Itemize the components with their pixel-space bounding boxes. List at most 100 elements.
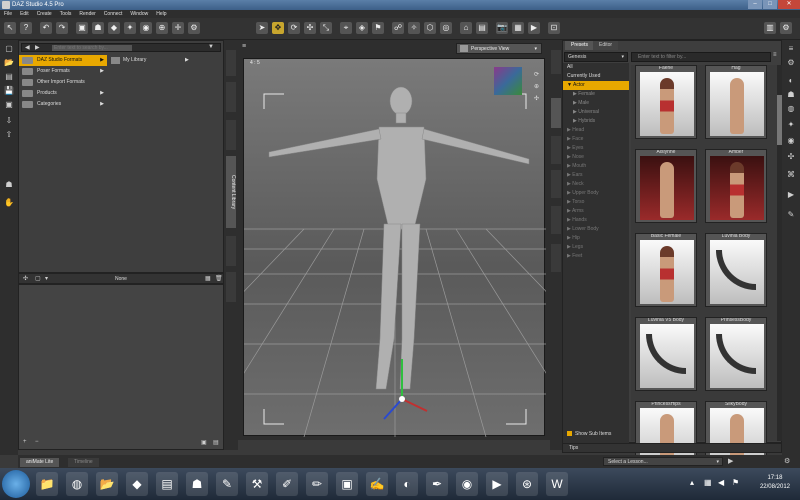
preset-thumbnail[interactable]: PrinsessBody [705, 317, 767, 391]
menu-tools[interactable]: Tools [56, 10, 76, 18]
lesson-go-icon[interactable]: ▶ [728, 457, 733, 465]
tab-editor[interactable]: Editor [593, 41, 619, 50]
shaping-icon[interactable]: ◐ [785, 76, 797, 86]
whats-this-icon[interactable]: ↖ [4, 22, 16, 34]
light-icon[interactable]: ✦ [124, 22, 136, 34]
joint-editor-icon[interactable]: ⌖ [340, 22, 352, 34]
tab-content-library[interactable]: Content Library [226, 156, 236, 228]
hand-pose-icon[interactable]: ✋ [3, 198, 15, 208]
render-pane-icon[interactable]: ▶ [785, 190, 797, 200]
category-item[interactable]: ▶ Torso [563, 198, 629, 207]
posing-icon[interactable]: ☗ [785, 90, 797, 100]
weld-icon[interactable]: ⚙ [188, 22, 200, 34]
forward-icon[interactable]: ▶ [35, 44, 40, 51]
region-icon[interactable]: ✧ [408, 22, 420, 34]
category-item[interactable]: ▶ Arms [563, 207, 629, 216]
figure-icon[interactable]: ☗ [92, 22, 104, 34]
render-settings-icon[interactable]: ▦ [512, 22, 524, 34]
category-item[interactable]: ▶ Hybrids [563, 117, 629, 126]
tab-building[interactable] [551, 98, 561, 128]
render-icon[interactable]: ▶ [528, 22, 540, 34]
preset-thumbnail[interactable]: Hag [705, 65, 767, 139]
tab-smart-content[interactable] [226, 50, 236, 76]
preset-thumbnail[interactable]: Luvinia V5 Body [635, 317, 697, 391]
paint-icon[interactable]: ✐ [276, 472, 298, 496]
category-item[interactable]: ▶ Feet [563, 252, 629, 261]
tool-settings-icon[interactable]: ✎ [785, 210, 797, 220]
tab-tool-settings[interactable] [551, 244, 561, 272]
tray-flag-icon[interactable]: ⚑ [732, 478, 739, 487]
viewport[interactable]: ≡ Perspective View ▾ 4 : 5 ⟳ ⊕ ✣ [238, 40, 550, 440]
category-item[interactable]: ▶ Legs [563, 243, 629, 252]
layout-icon[interactable]: ▥ [764, 22, 776, 34]
word-icon[interactable]: W [546, 472, 568, 496]
drawing-icon[interactable]: ✍ [366, 472, 388, 496]
remove-icon[interactable]: − [35, 439, 39, 445]
filter-input[interactable]: Enter text to filter by... [631, 52, 771, 62]
category-item[interactable]: ▶ Hip [563, 234, 629, 243]
steam-icon[interactable]: ⊛ [516, 472, 538, 496]
tab-shaping[interactable] [226, 120, 236, 150]
start-button[interactable] [2, 470, 30, 498]
perspective-view-dropdown[interactable]: Perspective View ▾ [456, 43, 542, 54]
chevron-down-icon[interactable]: ▾ [45, 275, 48, 282]
preset-thumbnail[interactable]: Amber [705, 149, 767, 223]
tab-cameras[interactable] [551, 170, 561, 198]
close-button[interactable]: ✕ [778, 0, 800, 9]
redo-icon[interactable]: ↷ [56, 22, 68, 34]
library-row-categories[interactable]: Categories ▶ [19, 99, 107, 110]
panel-menu-icon[interactable]: ≡ [773, 52, 777, 58]
category-item[interactable]: Currently Used [563, 72, 629, 81]
library-menu-icon[interactable]: ▼ [208, 44, 214, 50]
figure-pose-icon[interactable]: ☗ [3, 180, 15, 190]
back-icon[interactable]: ◀ [25, 44, 30, 51]
geometry-editor-icon[interactable]: ⬡ [424, 22, 436, 34]
category-item[interactable]: All [563, 63, 629, 72]
menu-help[interactable]: Help [152, 10, 170, 18]
zoom-view-icon[interactable]: ⊕ [534, 83, 539, 90]
genesis-dropdown[interactable]: Genesis ▾ [564, 52, 628, 62]
menu-window[interactable]: Window [126, 10, 152, 18]
tab-parameters[interactable] [226, 82, 236, 112]
cameras-icon[interactable]: ◉ [785, 136, 797, 146]
options-icon[interactable]: ▣ [201, 439, 207, 446]
tray-network-icon[interactable]: ▦ [704, 478, 712, 487]
trash-icon[interactable]: 🗑 [215, 275, 223, 282]
view-cube-icon[interactable] [494, 67, 522, 95]
tab-surfaces[interactable] [226, 272, 236, 302]
save-as-icon[interactable]: ▣ [3, 100, 15, 110]
category-item[interactable]: ▶ Female [563, 90, 629, 99]
universal-tool-icon[interactable]: ✥ [272, 22, 284, 34]
surface-selection-icon[interactable]: ◈ [356, 22, 368, 34]
new-file-icon[interactable]: ▢ [3, 44, 15, 54]
translate-tool-icon[interactable]: ✣ [304, 22, 316, 34]
lights-icon[interactable]: ✦ [785, 120, 797, 130]
thumbnail-scrollbar[interactable] [777, 65, 782, 441]
export-icon[interactable]: ⇧ [3, 130, 15, 140]
active-pose-icon[interactable]: ☍ [392, 22, 404, 34]
rotate-view-icon[interactable]: ⟳ [534, 71, 539, 78]
settings-icon[interactable]: ▤ [213, 439, 219, 446]
minimize-button[interactable]: – [748, 0, 762, 9]
daz-studio-icon[interactable]: ◆ [126, 472, 148, 496]
help-icon[interactable]: ? [20, 22, 32, 34]
scene-icon[interactable]: ▣ [76, 22, 88, 34]
node-icon[interactable]: ⊕ [156, 22, 168, 34]
tab-presets[interactable]: Presets [565, 41, 594, 50]
tab-animate-lite[interactable]: aniMate Lite [20, 458, 60, 467]
category-item[interactable]: ▶ Neck [563, 180, 629, 189]
menu-file[interactable]: File [0, 10, 16, 18]
chrome-icon[interactable]: ◍ [66, 472, 88, 496]
lesson-settings-icon[interactable]: ⚙ [784, 457, 790, 465]
category-item[interactable]: ▶ Head [563, 126, 629, 135]
play-icon[interactable]: ▶ [486, 472, 508, 496]
view-icon[interactable]: ⌂ [460, 22, 472, 34]
spot-render-icon[interactable]: ◎ [440, 22, 452, 34]
tools-icon[interactable]: ⚒ [246, 472, 268, 496]
category-item[interactable]: ▶ Eyes [563, 144, 629, 153]
tab-shaping-right[interactable] [551, 50, 561, 74]
category-item[interactable]: ▶ Male [563, 99, 629, 108]
menu-render[interactable]: Render [75, 10, 99, 18]
scrollbar-thumb[interactable] [777, 95, 782, 145]
library-search-input[interactable] [52, 45, 132, 51]
